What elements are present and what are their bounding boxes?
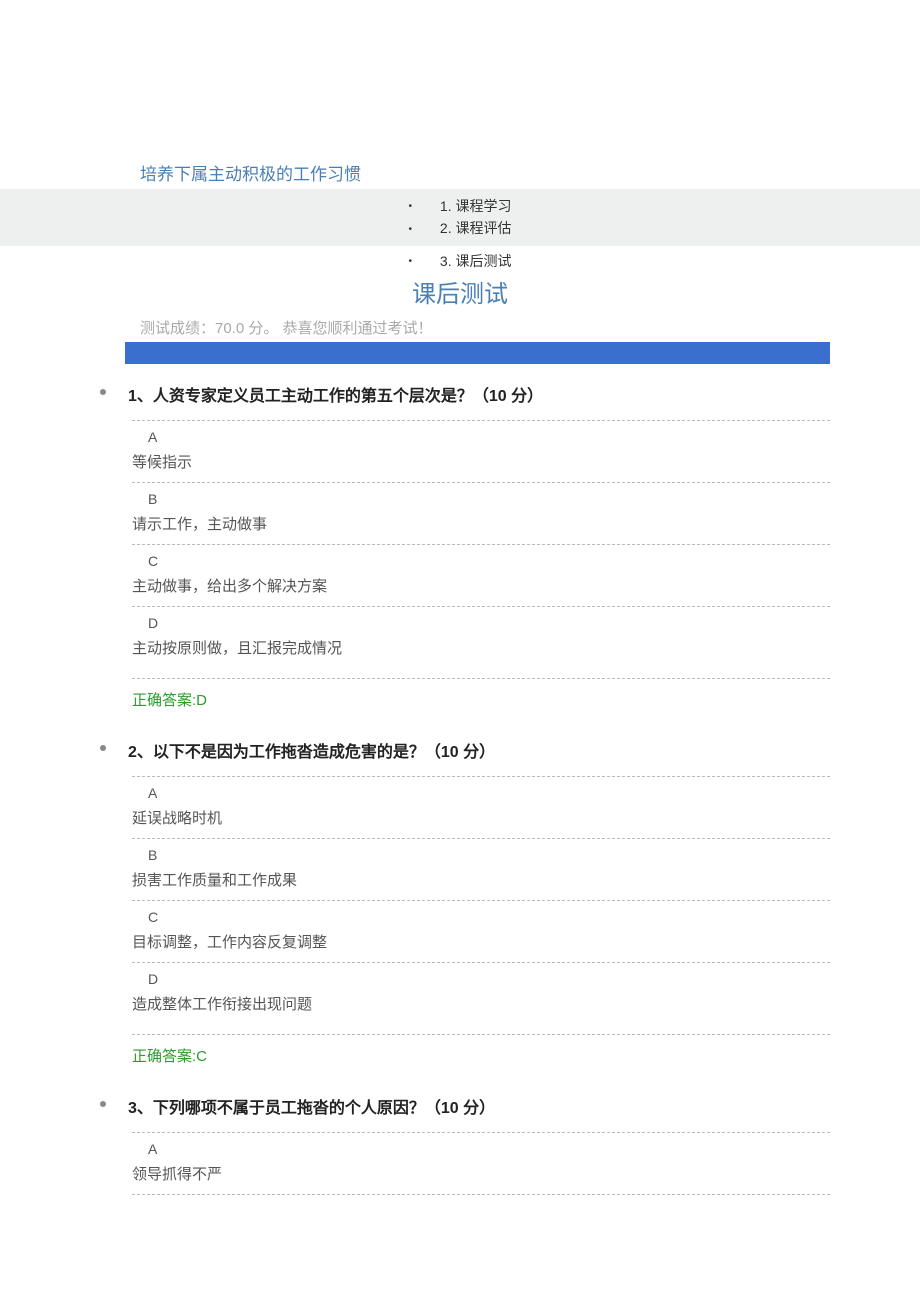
bullet-icon — [100, 1101, 106, 1107]
option-letter: B — [132, 847, 830, 863]
nav-item-evaluate[interactable]: 2. 课程评估 — [0, 217, 920, 239]
bullet-icon — [100, 389, 106, 395]
option-letter: A — [132, 429, 830, 445]
question-header: 1、人资专家定义员工主动工作的第五个层次是？（10 分） — [100, 382, 830, 406]
option-text: 延误战略时机 — [132, 810, 222, 827]
answer-value: D — [196, 692, 207, 709]
option-text: 造成整体工作衔接出现问题 — [132, 996, 312, 1013]
nav-item-study[interactable]: 1. 课程学习 — [0, 195, 920, 217]
option-row[interactable]: A 领导抓得不严 — [132, 1132, 830, 1195]
question-block: 2、以下不是因为工作拖沓造成危害的是？（10 分） A 延误战略时机 B 损害工… — [100, 738, 830, 1072]
option-letter: A — [132, 785, 830, 801]
option-letter: B — [132, 491, 830, 507]
option-row[interactable]: C 主动做事，给出多个解决方案 — [132, 544, 830, 606]
option-row[interactable]: B 损害工作质量和工作成果 — [132, 838, 830, 900]
option-letter: D — [132, 615, 830, 631]
option-row[interactable]: B 请示工作，主动做事 — [132, 482, 830, 544]
option-text: 主动按原则做，且汇报完成情况 — [132, 640, 342, 657]
option-row[interactable]: A 等候指示 — [132, 420, 830, 482]
question-text: 3、下列哪项不属于员工拖沓的个人原因？（10 分） — [128, 1100, 495, 1117]
question-block: 1、人资专家定义员工主动工作的第五个层次是？（10 分） A 等候指示 B 请示… — [100, 382, 830, 716]
option-row[interactable]: D 主动按原则做，且汇报完成情况 — [132, 606, 830, 668]
option-text: 损害工作质量和工作成果 — [132, 872, 297, 889]
option-text: 目标调整，工作内容反复调整 — [132, 934, 327, 951]
option-letter: C — [132, 909, 830, 925]
question-header: 2、以下不是因为工作拖沓造成危害的是？（10 分） — [100, 738, 830, 762]
option-row[interactable]: C 目标调整，工作内容反复调整 — [132, 900, 830, 962]
option-letter: A — [132, 1141, 830, 1157]
section-title: 课后测试 — [0, 274, 920, 309]
option-text: 等候指示 — [132, 454, 192, 471]
correct-answer: 正确答案:C — [132, 1034, 830, 1072]
option-letter: C — [132, 553, 830, 569]
nav-item-label: 2. 课程评估 — [440, 217, 512, 239]
option-text: 领导抓得不严 — [132, 1166, 222, 1183]
option-text: 主动做事，给出多个解决方案 — [132, 578, 327, 595]
score-line: 测试成绩：70.0 分。 恭喜您顺利通过考试！ — [0, 317, 920, 338]
answer-prefix: 正确答案: — [132, 692, 196, 709]
question-text: 2、以下不是因为工作拖沓造成危害的是？（10 分） — [128, 744, 495, 761]
nav-item-test[interactable]: 3. 课后测试 — [0, 250, 920, 272]
course-nav: 1. 课程学习 2. 课程评估 — [0, 189, 920, 246]
option-row[interactable]: D 造成整体工作衔接出现问题 — [132, 962, 830, 1024]
option-row[interactable]: A 延误战略时机 — [132, 776, 830, 838]
bullet-icon — [100, 745, 106, 751]
question-list: 1、人资专家定义员工主动工作的第五个层次是？（10 分） A 等候指示 B 请示… — [0, 382, 920, 1195]
question-text: 1、人资专家定义员工主动工作的第五个层次是？（10 分） — [128, 388, 543, 405]
nav-item-label: 3. 课后测试 — [440, 250, 512, 272]
question-block: 3、下列哪项不属于员工拖沓的个人原因？（10 分） A 领导抓得不严 — [100, 1094, 830, 1195]
answer-value: C — [196, 1048, 207, 1065]
option-text: 请示工作，主动做事 — [132, 516, 267, 533]
question-header: 3、下列哪项不属于员工拖沓的个人原因？（10 分） — [100, 1094, 830, 1118]
answer-prefix: 正确答案: — [132, 1048, 196, 1065]
header-bar — [125, 342, 830, 364]
course-title: 培养下属主动积极的工作习惯 — [0, 160, 920, 185]
correct-answer: 正确答案:D — [132, 678, 830, 716]
option-letter: D — [132, 971, 830, 987]
nav-item-label: 1. 课程学习 — [440, 195, 512, 217]
